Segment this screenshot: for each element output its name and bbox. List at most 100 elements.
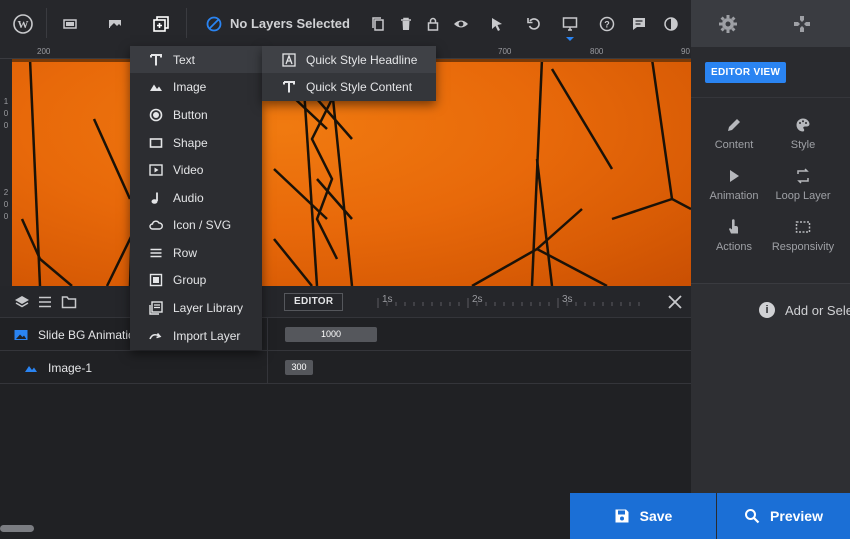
save-button[interactable]: Save <box>570 493 716 539</box>
menu-item-label: Video <box>173 162 204 177</box>
submenu-item-quick-style-content[interactable]: Quick Style Content <box>262 73 436 100</box>
menu-item-image[interactable]: Image <box>130 73 262 100</box>
panel-tab-size[interactable]: S <box>834 117 850 165</box>
panel-divider <box>691 97 850 98</box>
info-text: Add or Sele <box>785 302 850 318</box>
headline-icon <box>282 52 296 67</box>
submenu-item-quick-style-headline[interactable]: Quick Style Headline <box>262 46 436 73</box>
submenu-item-label: Quick Style Headline <box>306 52 418 67</box>
play-icon <box>730 170 739 182</box>
slider-editor: W No Layers Selected ? 200 700 800 90 1 … <box>0 0 850 539</box>
layer-name: Image-1 <box>48 360 93 375</box>
editor-view-badge[interactable]: EDITOR VIEW <box>705 62 787 83</box>
row-icon <box>149 246 163 260</box>
panel-tab-animation[interactable]: Animation <box>696 168 772 216</box>
preview-button[interactable]: Preview <box>717 493 850 539</box>
image-icon <box>149 80 163 94</box>
panel-info-area: i Add or Sele <box>691 283 850 493</box>
settings-tabs <box>691 0 850 47</box>
menu-item-text[interactable]: Text <box>130 46 262 73</box>
gear-icon[interactable] <box>691 0 765 47</box>
menu-item-label: Import Layer <box>173 328 241 343</box>
menu-item-video[interactable]: Video <box>130 156 262 183</box>
panel-tab-actions[interactable]: Actions <box>696 219 772 267</box>
time-label: 3s <box>562 294 573 305</box>
search-icon <box>745 509 760 524</box>
duration-bar[interactable]: 300 <box>285 360 313 375</box>
vertical-ruler: 1 0 0 2 0 0 <box>0 59 12 286</box>
menu-item-button[interactable]: Button <box>130 101 262 128</box>
menu-item-layer-library[interactable]: Layer Library <box>130 294 262 321</box>
svg-text:?: ? <box>604 19 610 29</box>
select-icon[interactable] <box>477 0 517 47</box>
layer-selection-status: No Layers Selected <box>206 0 350 47</box>
folder-icon[interactable] <box>61 294 77 310</box>
ruler-tick: 0 <box>3 121 9 130</box>
toolbar-divider <box>186 8 187 38</box>
cloud-icon <box>149 218 163 232</box>
horizontal-scrollbar[interactable] <box>0 525 34 532</box>
add-layer-icon[interactable] <box>141 0 181 47</box>
panel-tab-attributes[interactable]: A <box>834 219 850 267</box>
ruler-tick: 2 <box>3 188 9 197</box>
list-view-icon[interactable] <box>37 294 53 310</box>
timeline-row[interactable]: Slide BG Animation 1000 <box>0 318 691 351</box>
save-icon <box>615 509 629 523</box>
menu-item-label: Layer Library <box>173 300 244 315</box>
timeline-ruler: 1s 2s 3s <box>350 294 650 312</box>
text-icon <box>149 53 163 67</box>
menu-item-icon-svg[interactable]: Icon / SVG <box>130 211 262 238</box>
button-icon <box>149 108 163 122</box>
menu-item-row[interactable]: Row <box>130 239 262 266</box>
menu-item-label: Text <box>173 52 196 67</box>
gamepad-icon[interactable] <box>765 0 839 47</box>
submenu-item-label: Quick Style Content <box>306 79 413 94</box>
panel-tab-responsivity[interactable]: Responsivity <box>765 219 841 267</box>
layers-icon[interactable] <box>14 294 30 310</box>
active-device-indicator <box>566 37 574 41</box>
undo-icon[interactable] <box>514 0 554 47</box>
panel-tab-label: Content <box>714 139 754 151</box>
menu-item-label: Button <box>173 107 208 122</box>
ruler-tick: 200 <box>37 47 51 56</box>
editor-tag[interactable]: EDITOR <box>284 293 344 311</box>
menu-item-audio[interactable]: Audio <box>130 184 262 211</box>
palette-icon <box>796 118 810 132</box>
panel-tab-loop-layer[interactable]: Loop Layer <box>765 168 841 216</box>
visibility-icon[interactable] <box>441 0 481 47</box>
ruler-tick: 0 <box>3 200 9 209</box>
library-icon <box>149 300 163 315</box>
duration-bar[interactable]: 1000 <box>285 327 377 342</box>
contrast-icon[interactable] <box>651 0 691 47</box>
menu-item-label: Audio <box>173 190 204 205</box>
group-icon <box>149 273 163 287</box>
menu-item-import-layer[interactable]: Import Layer <box>130 322 262 349</box>
time-label: 2s <box>472 294 483 305</box>
slides-icon[interactable] <box>50 0 90 47</box>
ruler-tick: 0 <box>3 109 9 118</box>
hand-icon <box>729 219 738 234</box>
slide-bg-icon[interactable] <box>95 0 135 47</box>
wordpress-icon[interactable]: W <box>0 0 46 47</box>
timeline-row[interactable]: Image-1 300 <box>0 351 691 384</box>
menu-item-group[interactable]: Group <box>130 266 262 293</box>
top-toolbar: W No Layers Selected ? <box>0 0 691 47</box>
audio-icon <box>149 191 163 205</box>
text-icon <box>282 80 296 94</box>
menu-item-label: Shape <box>173 135 208 150</box>
menu-item-label: Icon / SVG <box>173 217 232 232</box>
menu-item-shape[interactable]: Shape <box>130 129 262 156</box>
timeline-header: EDITOR 1s 2s 3s <box>0 286 691 318</box>
import-icon <box>149 329 163 343</box>
panel-tab-label: Loop Layer <box>775 190 831 202</box>
close-icon[interactable] <box>666 293 684 311</box>
panel-info-message: i Add or Sele <box>759 302 850 318</box>
svg-text:W: W <box>18 19 29 31</box>
layer-label[interactable]: Image-1 <box>0 351 268 384</box>
panel-tab-style[interactable]: Style <box>765 117 841 165</box>
image-icon <box>24 361 38 375</box>
panel-tab-content[interactable]: Content <box>696 117 772 165</box>
menu-item-label: Group <box>173 272 207 287</box>
settings-panel: EDITOR VIEW Content Style S Animation Lo… <box>691 47 850 539</box>
ruler-tick: 90 <box>681 47 690 56</box>
